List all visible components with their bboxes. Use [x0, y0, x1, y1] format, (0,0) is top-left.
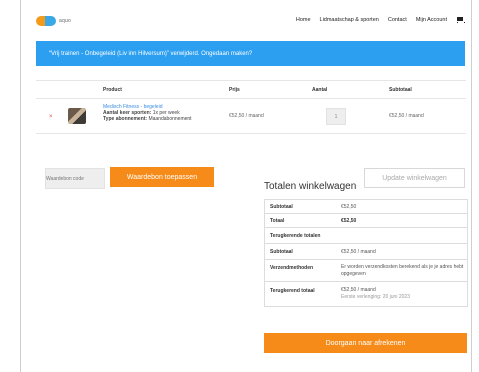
quantity-input[interactable]: 1 — [326, 108, 346, 125]
cart-totals-table: Subtotaal €52,50 Totaal €52,50 Terugkere… — [264, 199, 468, 307]
totals-value: €52,50 / maand Eerste verlenging: 20 jun… — [341, 287, 465, 300]
cart-totals-title: Totalen winkelwagen — [264, 181, 357, 192]
totals-row: Subtotaal €52,50 / maand — [265, 244, 467, 260]
totals-label: Totaal — [270, 218, 285, 224]
site-logo[interactable]: aquo — [36, 16, 71, 26]
totals-label: Terugkerende totalen — [270, 233, 321, 239]
notice-message[interactable]: “Vrij trainen - Onbegeleid (Liv inn Hilv… — [49, 51, 252, 57]
site-header: aquo Home Lidmaatschap & sporten Contact… — [20, 0, 472, 40]
totals-row: Totaal €52,50 — [265, 214, 467, 228]
logo-icon — [36, 16, 56, 26]
column-subtotal: Subtotaal — [389, 87, 412, 93]
cart-item-row: × Medisch Fitness - begeleid Aantal keer… — [36, 99, 466, 134]
column-quantity: Aantal — [312, 87, 328, 93]
cart-icon[interactable] — [456, 17, 465, 23]
totals-row: Terugkerend totaal €52,50 / maand Eerste… — [265, 282, 467, 306]
totals-label: Subtotaal — [270, 204, 293, 210]
cart-header-row: Product Prijs Aantal Subtotaal — [36, 81, 466, 99]
proceed-to-checkout-button[interactable]: Doorgaan naar afrekenen — [264, 333, 467, 353]
apply-coupon-button[interactable]: Waardebon toepassen — [110, 167, 214, 187]
main-nav: Home Lidmaatschap & sporten Contact Mijn… — [296, 17, 465, 23]
product-meta: Aantal keer sporten: 1x per week Type ab… — [103, 110, 192, 122]
cart-table: Product Prijs Aantal Subtotaal × Medisch… — [36, 80, 466, 134]
removed-notice: “Vrij trainen - Onbegeleid (Liv inn Hilv… — [36, 41, 465, 66]
totals-row: Subtotaal €52,50 — [265, 200, 467, 214]
totals-row: Terugkerende totalen — [265, 228, 467, 244]
cart-actions: Waardebon toepassen Update winkelwagen — [36, 164, 466, 194]
recurring-total-value: €52,50 / maand — [341, 287, 376, 293]
totals-row: Verzendmethoden Er worden verzendkosten … — [265, 260, 467, 282]
remove-item-icon[interactable]: × — [49, 114, 53, 120]
subscription-value: Maandabonnement — [148, 116, 192, 122]
item-price: €52,50 / maand — [229, 113, 264, 119]
subscription-label: Type abonnement: — [103, 116, 148, 122]
shipping-note: Er worden verzendkosten berekend als je … — [341, 264, 464, 277]
totals-value: €52,50 — [341, 218, 357, 224]
totals-value: €52,50 / maand — [341, 249, 376, 255]
update-cart-button[interactable]: Update winkelwagen — [364, 168, 465, 188]
totals-value: €52,50 — [341, 204, 357, 210]
column-price: Prijs — [229, 87, 240, 93]
totals-label: Terugkerend totaal — [270, 288, 315, 294]
coupon-input[interactable] — [45, 168, 105, 189]
first-renewal-note: Eerste verlenging: 20 juni 2023 — [341, 293, 410, 300]
column-product: Product — [103, 87, 122, 93]
totals-label: Subtotaal — [270, 249, 293, 255]
item-subtotal: €52,50 / maand — [389, 113, 424, 119]
logo-text: aquo — [59, 18, 71, 24]
product-thumbnail[interactable] — [68, 108, 86, 124]
nav-mijn-account[interactable]: Mijn Account — [416, 17, 447, 23]
totals-label: Verzendmethoden — [270, 265, 314, 271]
nav-contact[interactable]: Contact — [388, 17, 407, 23]
nav-home[interactable]: Home — [296, 17, 311, 23]
nav-lidmaatschap[interactable]: Lidmaatschap & sporten — [320, 17, 379, 23]
